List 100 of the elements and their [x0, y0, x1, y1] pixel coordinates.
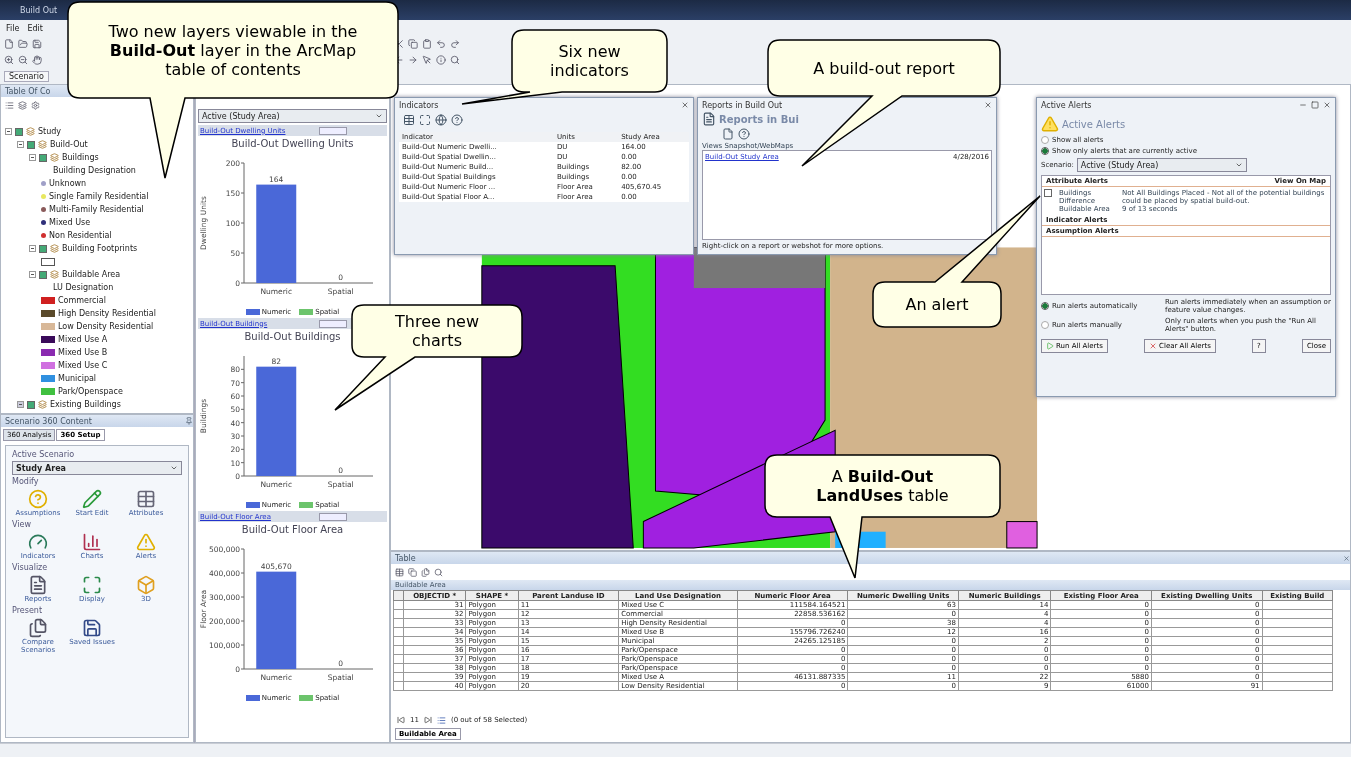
radio-button[interactable]: [1041, 136, 1049, 144]
scenario-dropdown[interactable]: Active (Study Area): [1076, 158, 1247, 172]
chart-menu-dropdown[interactable]: [319, 319, 347, 328]
close-icon[interactable]: [1323, 101, 1331, 109]
legend-swatch: [245, 309, 260, 315]
layer-icon: [50, 244, 59, 253]
legend-label: Mixed Use A: [58, 335, 108, 344]
row-selector[interactable]: [393, 645, 404, 655]
gauge-icon: [28, 532, 48, 552]
report-icon: [702, 112, 716, 126]
documents-icon: [28, 618, 48, 638]
row-selector[interactable]: [393, 618, 404, 628]
callout-text: A Build-Out LandUses table: [815, 467, 950, 505]
layer-icon: [50, 270, 59, 279]
legend-heading: Building Designation: [53, 166, 136, 175]
section-label: View: [12, 520, 32, 529]
expand-toggle[interactable]: [29, 245, 36, 252]
radio-button[interactable]: [1041, 147, 1049, 155]
layer-name[interactable]: Build-Out: [50, 140, 88, 149]
warning-icon: [1041, 115, 1059, 133]
bar-chart-icon: [82, 532, 102, 552]
table-icon: [136, 489, 156, 509]
legend-swatch: [245, 502, 260, 508]
question-icon: [28, 489, 48, 509]
row-selector[interactable]: [393, 681, 404, 691]
legend-label: High Density Residential: [58, 309, 156, 318]
close-icon[interactable]: [1343, 554, 1350, 562]
expand-toggle[interactable]: [5, 128, 12, 135]
section-label: Modify: [12, 477, 40, 486]
pin-icon[interactable]: [185, 417, 193, 425]
layer-name[interactable]: Study: [38, 127, 62, 136]
row-selector[interactable]: [393, 636, 404, 646]
legend-label: Mixed Use C: [58, 361, 108, 370]
legend-label: Municipal: [58, 374, 97, 383]
legend-swatch: [299, 502, 314, 508]
row-selector[interactable]: [393, 672, 404, 682]
layer-icon: [26, 127, 35, 136]
layer-checkbox[interactable]: [27, 400, 35, 409]
radio-button[interactable]: [1041, 321, 1049, 329]
layer-checkbox[interactable]: [15, 127, 23, 136]
layer-icon: [38, 140, 47, 149]
list-view-icon[interactable]: [436, 715, 446, 725]
alert-checkbox[interactable]: [1044, 189, 1052, 197]
layer-name[interactable]: Building Footprints: [62, 244, 138, 253]
layer-icon: [38, 400, 47, 409]
close-icon[interactable]: [984, 101, 992, 109]
first-record-icon[interactable]: [397, 716, 405, 724]
layer-name[interactable]: Buildings: [62, 153, 99, 162]
panel-title: Table: [395, 553, 416, 563]
group-label: Active Scenario: [12, 450, 76, 459]
window-title: Build Out: [20, 5, 58, 15]
legend-heading: LU Designation: [53, 283, 114, 292]
radio-button[interactable]: [1041, 302, 1049, 310]
row-selector[interactable]: [393, 627, 404, 637]
dialog-heading: Reports in Bui: [719, 113, 799, 125]
row-selector[interactable]: [393, 600, 404, 610]
document-icon: [28, 575, 48, 595]
legend-label: Commercial: [58, 296, 106, 305]
callout-text: An alert: [905, 295, 969, 314]
play-icon: [1046, 342, 1054, 350]
layer-checkbox[interactable]: [39, 244, 47, 253]
chart-title: Build-Out Buildings: [243, 331, 342, 342]
chart-menu-dropdown[interactable]: [319, 512, 347, 521]
layer-checkbox[interactable]: [27, 140, 35, 149]
layer-name[interactable]: Existing Buildings: [50, 400, 121, 409]
expand-toggle[interactable]: [17, 401, 24, 408]
scenario-dropdown[interactable]: Study Area: [12, 461, 182, 475]
callout-text: A build-out report: [813, 58, 955, 78]
callout-text: Two new layers viewable in the Build-Out layer in the ArcMap table of contents: [107, 21, 359, 79]
outline-swatch: [41, 257, 55, 266]
callout-text: Six new indicators: [549, 42, 630, 80]
row-selector[interactable]: [393, 663, 404, 673]
legend-swatch: [299, 695, 314, 701]
window-title: Reports in Build Out: [702, 100, 783, 110]
expand-toggle[interactable]: [17, 141, 24, 148]
layer-name[interactable]: Buildable Area: [62, 270, 121, 279]
callout-text: Three new charts: [394, 312, 480, 350]
menu-item[interactable]: File: [6, 23, 20, 33]
maximize-icon[interactable]: [1311, 101, 1319, 109]
row-selector[interactable]: [393, 654, 404, 664]
row-selector[interactable]: [393, 609, 404, 619]
legend-swatch: [299, 309, 314, 315]
panel-title: Scenario 360 Content: [5, 416, 92, 426]
legend-label: Park/Openspace: [58, 387, 123, 396]
menu-item[interactable]: Edit: [27, 23, 43, 33]
legend-label: Single Family Residential: [49, 192, 149, 201]
save-icon: [82, 618, 102, 638]
legend-label: Low Density Residential: [58, 322, 154, 331]
layer-checkbox[interactable]: [39, 153, 47, 162]
legend-label: Mixed Use B: [58, 348, 108, 357]
close-icon[interactable]: [681, 101, 689, 109]
legend-label: Multi-Family Residential: [49, 205, 144, 214]
warning-icon: [136, 532, 156, 552]
chart-menu-dropdown[interactable]: [319, 126, 347, 135]
expand-toggle[interactable]: [29, 271, 36, 278]
last-record-icon[interactable]: [423, 716, 432, 724]
toolbar-tab[interactable]: Scenario: [4, 70, 49, 82]
scenario-dropdown[interactable]: Active (Study Area): [198, 109, 387, 123]
expand-toggle[interactable]: [29, 154, 36, 161]
layer-checkbox[interactable]: [39, 270, 47, 279]
